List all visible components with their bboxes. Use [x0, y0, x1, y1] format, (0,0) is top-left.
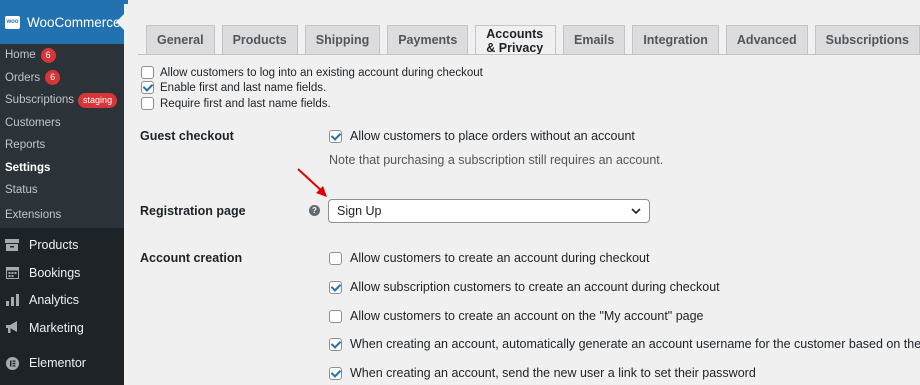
checkbox[interactable]	[141, 66, 154, 79]
guest-checkout-label: Guest checkout	[140, 129, 234, 143]
woocommerce-logo-icon: woo	[5, 15, 20, 29]
settings-content: General Products Shipping Payments Accou…	[124, 0, 920, 385]
elementor-icon	[5, 356, 19, 370]
tab-integration[interactable]: Integration	[632, 25, 719, 54]
sidebar-item-orders[interactable]: Orders 6	[0, 66, 124, 89]
sidebar-item-status[interactable]: Status	[0, 179, 124, 202]
tab-subscriptions[interactable]: Subscriptions	[814, 25, 920, 54]
home-count-badge: 6	[40, 47, 56, 63]
option-send-password-link[interactable]: When creating an account, send the new u…	[329, 366, 756, 380]
tab-shipping[interactable]: Shipping	[304, 25, 381, 54]
option-subscription-create-account[interactable]: Allow subscription customers to create a…	[329, 280, 720, 294]
sidebar-item-subscriptions[interactable]: Subscriptions staging	[0, 89, 124, 112]
tab-accounts-privacy[interactable]: Accounts & Privacy	[475, 25, 556, 55]
option-create-account-my-account[interactable]: Allow customers to create an account on …	[329, 309, 704, 323]
sidebar-item-home[interactable]: Home 6	[0, 44, 124, 67]
sidebar-item-elementor[interactable]: Elementor	[0, 350, 124, 378]
option-create-account-checkout[interactable]: Allow customers to create an account dur…	[329, 251, 649, 265]
sidebar-item-customers[interactable]: Customers	[0, 111, 124, 134]
tab-advanced[interactable]: Advanced	[725, 25, 808, 54]
sidebar-item-bookings[interactable]: Bookings	[0, 259, 124, 287]
tabs-divider	[138, 54, 920, 55]
megaphone-icon	[5, 321, 19, 335]
checkbox-checked[interactable]	[329, 129, 342, 143]
option-require-name-fields[interactable]: Require first and last name fields.	[141, 97, 331, 110]
sidebar-item-settings[interactable]: Settings	[0, 156, 124, 179]
checkbox[interactable]	[141, 97, 154, 110]
help-icon[interactable]: ?	[309, 205, 320, 216]
woocommerce-submenu: Home 6 Orders 6 Subscriptions staging Custo…	[0, 44, 124, 228]
option-auto-generate-username[interactable]: When creating an account, automatically …	[329, 337, 920, 351]
staging-badge: staging	[78, 92, 118, 108]
checkbox[interactable]	[329, 309, 342, 323]
tab-general[interactable]: General	[146, 25, 215, 54]
sidebar-item-reports[interactable]: Reports	[0, 134, 124, 157]
sidebar-item-marketing[interactable]: Marketing	[0, 314, 124, 342]
option-enable-name-fields[interactable]: Enable first and last name fields.	[141, 81, 326, 94]
tab-emails[interactable]: Emails	[563, 25, 626, 54]
registration-page-select[interactable]: Sign Up	[328, 199, 650, 223]
orders-count-badge: 6	[45, 70, 61, 86]
sidebar-woocommerce-header[interactable]: woo WooCommerce	[0, 0, 124, 44]
sidebar-item-products[interactable]: Products	[0, 232, 124, 260]
current-menu-arrow	[116, 14, 124, 30]
checkbox-checked[interactable]	[329, 366, 342, 380]
checkbox[interactable]	[329, 251, 342, 265]
sidebar-brand-label: WooCommerce	[27, 14, 121, 30]
calendar-icon	[5, 266, 19, 280]
admin-sidebar: woo WooCommerce Home 6 Orders 6 Subscripti…	[0, 0, 124, 385]
checkbox-checked[interactable]	[141, 81, 154, 94]
sidebar-item-extensions[interactable]: Extensions	[0, 201, 124, 228]
top-accent-bar	[124, 0, 128, 4]
account-creation-label: Account creation	[140, 251, 243, 265]
checkbox-checked[interactable]	[329, 280, 342, 294]
option-guest-checkout[interactable]: Allow customers to place orders without …	[329, 129, 635, 143]
registration-page-label: Registration page	[140, 204, 246, 218]
registration-page-selected-value: Sign Up	[337, 204, 382, 218]
checkbox-checked[interactable]	[329, 337, 342, 351]
sidebar-item-analytics[interactable]: Analytics	[0, 287, 124, 315]
annotation-arrow-icon	[297, 168, 327, 197]
option-login-during-checkout[interactable]: Allow customers to log into an existing …	[141, 66, 483, 79]
settings-tabs: General Products Shipping Payments Accou…	[146, 25, 920, 55]
bar-chart-icon	[5, 293, 19, 307]
archive-icon	[5, 238, 19, 252]
chevron-down-icon	[631, 208, 641, 215]
tab-payments[interactable]: Payments	[387, 25, 469, 54]
tab-products[interactable]: Products	[221, 25, 298, 54]
guest-checkout-note: Note that purchasing a subscription stil…	[329, 153, 664, 167]
